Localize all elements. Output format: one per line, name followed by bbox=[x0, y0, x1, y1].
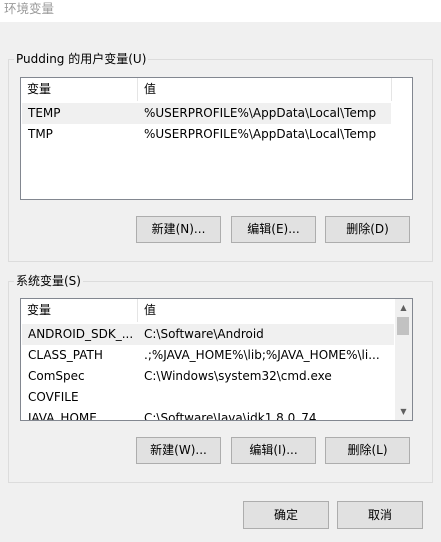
variable-value: %USERPROFILE%\AppData\Local\Temp bbox=[144, 106, 377, 120]
variable-name: ComSpec bbox=[28, 369, 85, 383]
chevron-up-icon[interactable]: ▲ bbox=[395, 299, 412, 316]
user-variable-row-tmp[interactable]: TMP %USERPROFILE%\AppData\Local\Temp bbox=[22, 124, 391, 145]
system-delete-button[interactable]: 删除(L) bbox=[325, 437, 410, 464]
variable-name: JAVA_HOME bbox=[28, 411, 97, 421]
column-header-value[interactable]: 值 bbox=[138, 299, 392, 322]
system-variables-header: 变量 值 bbox=[21, 299, 394, 322]
system-variable-row[interactable]: CLASS_PATH .;%JAVA_HOME%\lib;%JAVA_HOME%… bbox=[22, 345, 394, 366]
column-header-variable[interactable]: 变量 bbox=[21, 299, 138, 322]
variable-value: .;%JAVA_HOME%\lib;%JAVA_HOME%\li... bbox=[144, 348, 380, 362]
chevron-down-icon[interactable]: ▼ bbox=[395, 403, 412, 420]
user-variable-row-temp[interactable]: TEMP %USERPROFILE%\AppData\Local\Temp bbox=[22, 103, 391, 124]
user-variables-list[interactable]: 变量 值 TEMP %USERPROFILE%\AppData\Local\Te… bbox=[20, 77, 413, 200]
user-variables-group-label: Pudding 的用户变量(U) bbox=[14, 51, 149, 67]
system-variable-row[interactable]: JAVA_HOME C:\Software\Java\jdk1.8.0_74 bbox=[22, 408, 394, 421]
variable-name: TEMP bbox=[28, 106, 61, 120]
user-edit-button[interactable]: 编辑(E)... bbox=[231, 216, 316, 243]
window-title: 环境变量 bbox=[4, 1, 55, 16]
variable-name: COVFILE bbox=[28, 390, 79, 404]
system-variables-scrollbar[interactable]: ▲ ▼ bbox=[395, 299, 412, 420]
system-variable-row[interactable]: COVFILE bbox=[22, 387, 394, 408]
cancel-button[interactable]: 取消 bbox=[337, 501, 423, 529]
ok-button[interactable]: 确定 bbox=[243, 501, 329, 529]
variable-name: TMP bbox=[28, 127, 53, 141]
column-header-value[interactable]: 值 bbox=[138, 78, 392, 101]
variable-value: C:\Software\Android bbox=[144, 327, 264, 341]
scrollbar-thumb[interactable] bbox=[397, 317, 409, 335]
user-variables-header: 变量 值 bbox=[21, 78, 412, 101]
system-variables-group-label: 系统变量(S) bbox=[14, 273, 83, 289]
user-delete-button[interactable]: 删除(D) bbox=[325, 216, 410, 243]
title-bar: 环境变量 bbox=[0, 0, 441, 22]
system-variable-row[interactable]: ANDROID_SDK_... C:\Software\Android bbox=[22, 324, 394, 345]
system-variables-list[interactable]: 变量 值 ANDROID_SDK_... C:\Software\Android… bbox=[20, 298, 413, 421]
column-header-variable[interactable]: 变量 bbox=[21, 78, 138, 101]
system-new-button[interactable]: 新建(W)... bbox=[136, 437, 221, 464]
variable-value: C:\Software\Java\jdk1.8.0_74 bbox=[144, 411, 317, 421]
user-new-button[interactable]: 新建(N)... bbox=[136, 216, 221, 243]
variable-name: ANDROID_SDK_... bbox=[28, 327, 134, 341]
variable-value: %USERPROFILE%\AppData\Local\Temp bbox=[144, 127, 377, 141]
variable-name: CLASS_PATH bbox=[28, 348, 103, 362]
system-variable-row[interactable]: ComSpec C:\Windows\system32\cmd.exe bbox=[22, 366, 394, 387]
variable-value: C:\Windows\system32\cmd.exe bbox=[144, 369, 332, 383]
system-edit-button[interactable]: 编辑(I)... bbox=[231, 437, 316, 464]
